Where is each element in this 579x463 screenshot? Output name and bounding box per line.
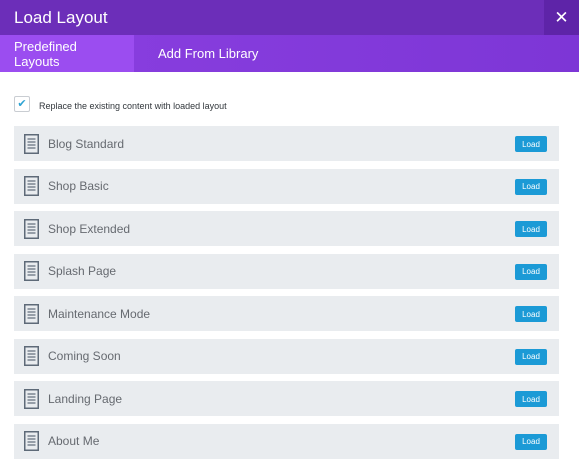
document-icon [24,303,39,324]
load-button[interactable]: Load [515,221,547,237]
replace-checkbox[interactable]: ✔ [14,96,30,112]
close-button[interactable]: ✕ [544,0,579,35]
document-icon [24,133,39,154]
layout-name: Maintenance Mode [48,306,151,321]
layout-item-maintenance-mode[interactable]: Maintenance Mode Load [14,296,559,331]
load-layout-modal: Load Layout ✕ Predefined Layouts Add Fro… [0,0,579,463]
layout-item-shop-basic[interactable]: Shop Basic Load [14,168,559,204]
document-icon [24,388,39,409]
tab-label: Predefined Layouts [14,38,77,69]
check-icon: ✔ [17,97,27,110]
document-icon [24,176,39,196]
layout-item-shop-extended[interactable]: Shop Extended Load [14,211,559,246]
layout-name: Shop Extended [48,221,131,236]
modal-content: ✔ Replace the existing content with load… [0,72,579,459]
tab-predefined-layouts[interactable]: Predefined Layouts [0,35,134,72]
document-icon [24,261,39,281]
document-icon [24,346,39,366]
replace-label: Replace the existing content with loaded… [39,101,227,111]
document-icon [24,431,39,451]
document-icon [24,218,39,239]
layout-name: Landing Page [48,391,123,406]
tab-label: Add From Library [158,46,259,61]
close-icon: ✕ [554,7,569,27]
layout-name: Coming Soon [48,349,121,363]
modal-header: Load Layout ✕ [0,0,579,35]
load-button[interactable]: Load [515,348,547,365]
layout-item-blog-standard[interactable]: Blog Standard Load [14,126,559,161]
tab-add-from-library[interactable]: Add From Library [134,35,272,72]
layout-name: About Me [48,434,100,448]
layout-name: Shop Basic [48,179,109,193]
modal-title: Load Layout [14,7,108,27]
load-button[interactable]: Load [515,433,547,450]
load-button[interactable]: Load [515,136,547,152]
tab-bar: Predefined Layouts Add From Library [0,35,579,72]
layout-item-coming-soon[interactable]: Coming Soon Load [14,338,559,374]
load-button[interactable]: Load [515,178,547,195]
layout-name: Blog Standard [48,136,125,151]
layout-item-about-me[interactable]: About Me Load [14,423,559,459]
layout-name: Splash Page [48,264,117,278]
load-button[interactable]: Load [515,391,547,407]
load-button[interactable]: Load [515,263,547,280]
replace-option-row: ✔ Replace the existing content with load… [14,96,565,116]
layout-item-splash-page[interactable]: Splash Page Load [14,253,559,289]
layout-item-landing-page[interactable]: Landing Page Load [14,381,559,416]
load-button[interactable]: Load [515,306,547,322]
